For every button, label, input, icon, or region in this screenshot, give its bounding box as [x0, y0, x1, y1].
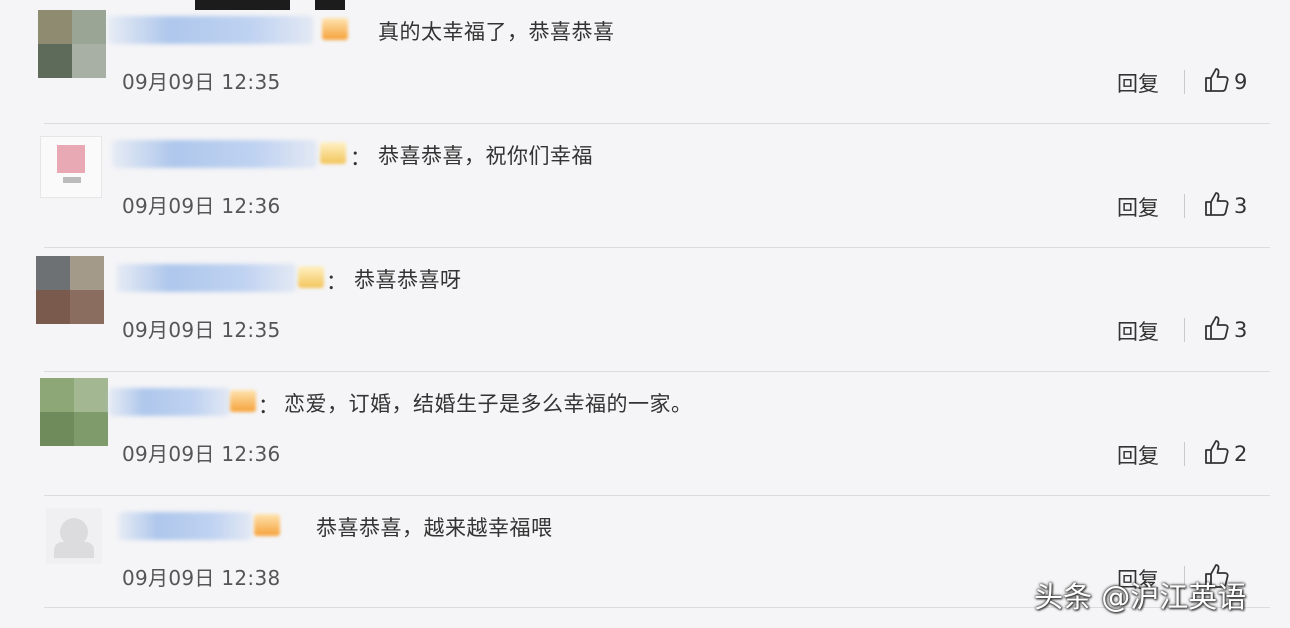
colon: ：: [350, 146, 371, 170]
divider: [1184, 194, 1185, 218]
comment-time: 09月09日 12:35: [122, 318, 281, 342]
comment-text: 恋爱，订婚，结婚生子是多么幸福的一家。: [284, 392, 693, 416]
username-blurred[interactable]: [112, 140, 317, 168]
thumbs-up-icon[interactable]: [1203, 314, 1231, 342]
comment-time: 09月09日 12:36: [122, 194, 281, 218]
comment-item: ： 恭喜恭喜，祝你们幸福 09月09日 12:36 回复 3: [0, 124, 1290, 248]
comment-text: 恭喜恭喜呀: [354, 268, 462, 292]
like-count: 2: [1234, 442, 1248, 466]
comment-text: 真的太幸福了，恭喜恭喜: [378, 20, 615, 44]
comment-time: 09月09日 12:38: [122, 566, 281, 590]
divider: [1184, 442, 1185, 466]
thumbs-up-icon[interactable]: [1203, 438, 1231, 466]
avatar[interactable]: [38, 10, 106, 78]
reply-button[interactable]: 回复: [1117, 440, 1159, 470]
avatar[interactable]: [40, 378, 108, 446]
vip-badge-icon: [298, 266, 324, 288]
reply-button[interactable]: 回复: [1117, 68, 1159, 98]
thumbs-up-icon[interactable]: [1203, 190, 1231, 218]
username-blurred[interactable]: [116, 264, 296, 292]
watermark: 头条 @沪江英语: [1034, 580, 1247, 614]
vip-badge-icon: [254, 514, 280, 536]
like-count: 3: [1234, 194, 1248, 218]
like-count: 9: [1234, 70, 1248, 94]
thumbs-up-icon[interactable]: [1203, 66, 1231, 94]
comment-item: ： 恭喜恭喜呀 09月09日 12:35 回复 3: [0, 248, 1290, 372]
colon: ：: [258, 394, 279, 418]
divider: [1184, 70, 1185, 94]
like-count: 3: [1234, 318, 1248, 342]
avatar[interactable]: [46, 508, 102, 564]
vip-badge-icon: [322, 18, 348, 40]
comment-text: 恭喜恭喜，祝你们幸福: [378, 144, 593, 168]
colon: ：: [326, 270, 347, 294]
comment-item: ： 恋爱，订婚，结婚生子是多么幸福的一家。 09月09日 12:36 回复 2: [0, 372, 1290, 496]
vip-badge-icon: [230, 390, 256, 412]
comment-text: 恭喜恭喜，越来越幸福喂: [316, 516, 553, 540]
reply-button[interactable]: 回复: [1117, 316, 1159, 346]
comment-time: 09月09日 12:36: [122, 442, 281, 466]
reply-button[interactable]: 回复: [1117, 192, 1159, 222]
avatar[interactable]: [36, 256, 104, 324]
divider: [1184, 318, 1185, 342]
username-blurred[interactable]: [118, 512, 252, 540]
comment-item: 真的太幸福了，恭喜恭喜 09月09日 12:35 回复 9: [0, 0, 1290, 124]
avatar[interactable]: [40, 136, 102, 198]
username-blurred[interactable]: [108, 388, 230, 416]
username-blurred[interactable]: [108, 16, 313, 44]
comment-time: 09月09日 12:35: [122, 70, 281, 94]
vip-badge-icon: [320, 142, 346, 164]
